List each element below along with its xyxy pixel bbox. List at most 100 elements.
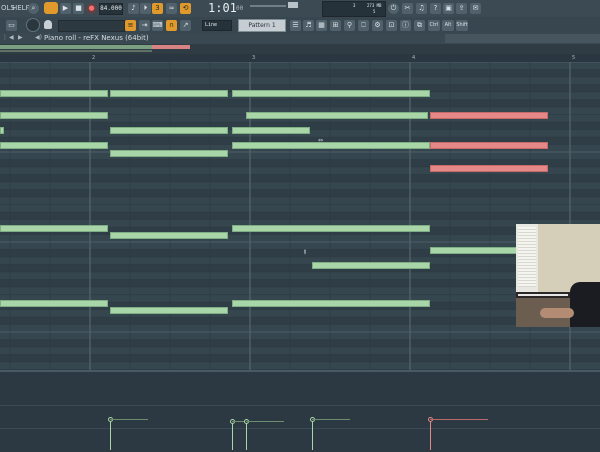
step-icon[interactable]: ⇥ (139, 20, 150, 31)
note-selected[interactable] (430, 164, 549, 172)
person-arm (540, 308, 574, 318)
pattern-mode-icon[interactable]: ≡ (125, 20, 136, 31)
velocity-stem[interactable] (430, 419, 432, 450)
snap-select[interactable]: Line (202, 20, 232, 31)
note[interactable] (110, 89, 229, 97)
note-overview-strip[interactable] (0, 44, 600, 54)
song-mode-toggle[interactable] (44, 2, 58, 14)
note[interactable] (0, 127, 4, 134)
metronome-icon[interactable]: ♪ (128, 3, 139, 14)
master-pitch-slider[interactable] (288, 2, 298, 8)
play-icon[interactable]: ▶ (60, 3, 71, 14)
note[interactable] (231, 224, 430, 232)
save-icon[interactable]: ▣ (443, 3, 454, 14)
chat-icon[interactable]: ✉ (470, 3, 481, 14)
browser-icon[interactable]: ▭ (6, 20, 17, 31)
note[interactable] (0, 112, 109, 119)
channel-rack-icon[interactable]: ▦ (316, 20, 327, 31)
slide-icon[interactable]: ↗ (180, 20, 191, 31)
plugin-database-icon[interactable]: ⚙ (372, 20, 383, 31)
note-selected[interactable] (430, 142, 549, 149)
time-ticks: 00 (236, 5, 244, 12)
export-icon[interactable]: ⇪ (456, 3, 467, 14)
arrow-left-icon[interactable]: ◀ (9, 34, 14, 41)
cpu-value-top: 3 (353, 3, 356, 8)
master-knob[interactable] (26, 18, 40, 32)
note[interactable] (0, 224, 109, 232)
pattern-selector[interactable]: Pattern 1 (238, 19, 286, 32)
cpu-memory-monitor: 3 273 MB 5 (322, 1, 386, 17)
blinds-slats (518, 227, 536, 287)
velocity-stem[interactable] (231, 420, 233, 450)
hint-bar (58, 20, 125, 32)
link-icon[interactable]: ⧉ (414, 20, 425, 31)
power-icon[interactable]: ⏻ (388, 3, 399, 14)
note[interactable] (0, 299, 109, 307)
ctrl-button[interactable]: Ctrl (428, 20, 440, 31)
polyphony-value: 5 (373, 9, 376, 14)
loop-record-icon[interactable]: ⟲ (180, 3, 191, 14)
timeline-ruler[interactable] (0, 54, 600, 62)
memory-usage: 273 MB (367, 3, 382, 8)
mic-input-icon[interactable] (44, 20, 52, 29)
window-menu-icon[interactable]: ⋮ (2, 34, 8, 41)
wait-icon[interactable]: ⏵ (140, 3, 151, 14)
note[interactable] (110, 307, 229, 314)
note[interactable] (0, 89, 109, 97)
note[interactable] (0, 142, 109, 149)
note[interactable] (110, 149, 229, 157)
mixer-icon[interactable]: ⊞ (330, 20, 341, 31)
touch-keyboard-icon[interactable]: ⊡ (386, 20, 397, 31)
snap-magnet-icon[interactable]: ∩ (166, 20, 177, 31)
note[interactable] (110, 232, 229, 239)
shift-button[interactable]: Shift (456, 20, 468, 31)
note[interactable] (231, 142, 430, 149)
time-display[interactable]: 1:01 (208, 1, 237, 15)
record-icon[interactable]: ● (86, 3, 97, 14)
stop-icon[interactable]: ■ (73, 3, 84, 14)
note[interactable] (110, 127, 229, 134)
microphone-icon[interactable]: ♫ (416, 3, 427, 14)
velocity-tail (246, 420, 285, 422)
keyboard-keys (518, 294, 568, 296)
bar-number: 4 (412, 55, 416, 61)
velocity-tail (110, 419, 149, 421)
webcam-overlay (516, 224, 600, 327)
blend-icon[interactable]: ≈ (166, 3, 177, 14)
main-toolbar: OLS HELP ⌕ ▶ ■ ● 84.000 ♪ ⏵ 3 ≈ ⟲ 1:01 0… (0, 0, 600, 18)
cut-icon[interactable]: ✂ (402, 3, 413, 14)
overview-velocity (0, 50, 152, 52)
note[interactable] (231, 127, 310, 134)
overview-notes-green (0, 45, 152, 49)
info-icon[interactable]: ⓘ (400, 20, 411, 31)
note[interactable] (311, 262, 430, 269)
typing-keyboard-icon[interactable]: ⌨ (152, 20, 163, 31)
velocity-gridline (0, 428, 600, 429)
playlist-icon[interactable]: ☰ (290, 20, 301, 31)
velocity-stem[interactable] (311, 419, 313, 450)
countdown-icon[interactable]: 3 (152, 3, 163, 14)
velocity-lane[interactable] (0, 370, 600, 452)
plugin-picker-icon[interactable]: ⚲ (344, 20, 355, 31)
note[interactable] (246, 112, 429, 119)
velocity-stem[interactable] (110, 419, 112, 450)
help-icon[interactable]: ? (430, 3, 441, 14)
piano-roll-icon[interactable]: ♬ (303, 20, 314, 31)
velocity-stem[interactable] (246, 420, 248, 450)
overview-notes-red (152, 45, 190, 49)
master-volume-slider[interactable] (250, 5, 286, 7)
arrow-right-icon[interactable]: ▶ (18, 34, 23, 41)
alt-button[interactable]: Alt (442, 20, 454, 31)
note-grid[interactable] (0, 62, 600, 370)
note[interactable] (231, 299, 430, 307)
velocity-gridline (0, 405, 600, 406)
speaker-icon[interactable]: ◀) (35, 34, 42, 41)
note-selected[interactable] (430, 112, 549, 119)
piano-roll-title: Piano roll - reFX Nexus (64bit) (44, 34, 149, 42)
piano-roll-title-bar-fill (445, 34, 600, 43)
tempo-display[interactable]: 84.000 (99, 3, 123, 15)
browser-toggle-icon[interactable]: ⎕ (358, 20, 369, 31)
search-icon[interactable]: ⌕ (28, 3, 39, 14)
velocity-tail (430, 419, 489, 421)
note[interactable] (231, 89, 430, 97)
